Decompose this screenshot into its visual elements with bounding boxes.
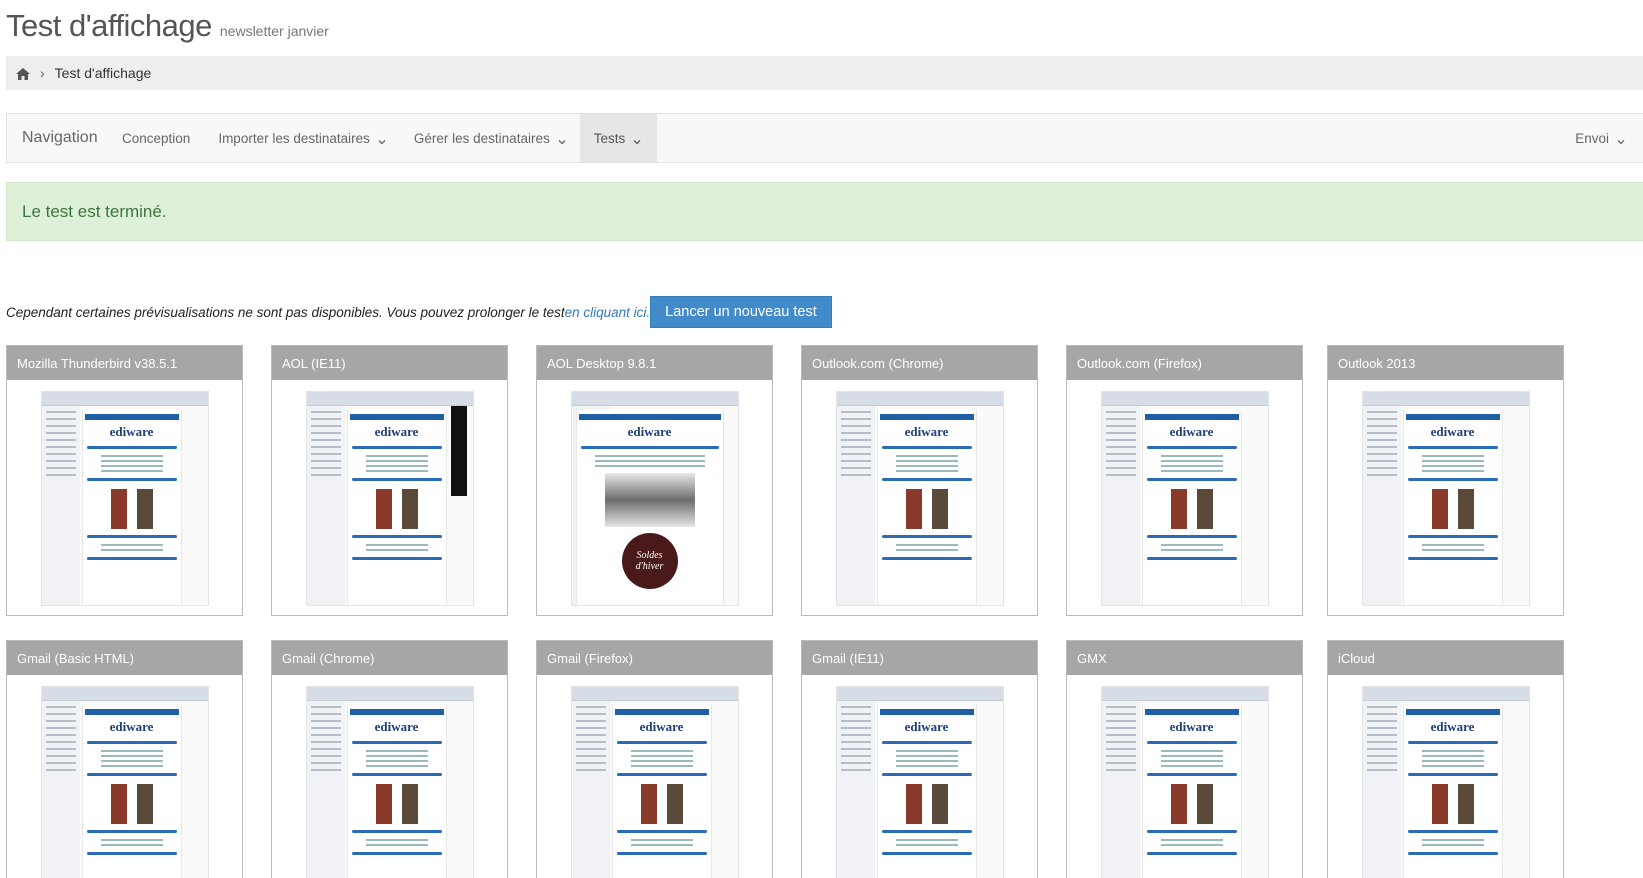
thumbnail-logo: ediware — [109, 719, 154, 734]
preview-card[interactable]: AOL Desktop 9.8.1 ediware Soldes d'hiver — [536, 345, 773, 616]
main-navbar: Navigation Conception Importer les desti… — [6, 113, 1643, 163]
preview-card-title: Outlook.com (Firefox) — [1067, 346, 1302, 380]
home-icon[interactable] — [16, 67, 30, 80]
thumbnail-logo: ediware — [1430, 424, 1475, 439]
nav-item-label: Envoi — [1575, 130, 1609, 146]
preview-card-title: Gmail (IE11) — [802, 641, 1037, 675]
new-test-button[interactable]: Lancer un nouveau test — [650, 296, 832, 328]
thumbnail-logo: ediware — [904, 719, 949, 734]
nav-item-label: Conception — [122, 130, 191, 146]
preview-thumbnail[interactable]: ediware — [1361, 391, 1530, 606]
preview-card[interactable]: Gmail (Basic HTML) ediware — [6, 640, 243, 878]
breadcrumb-separator: › — [40, 65, 45, 81]
preview-card[interactable]: Gmail (Chrome) ediware — [271, 640, 508, 878]
preview-card[interactable]: Gmail (IE11) ediware — [801, 640, 1038, 878]
preview-thumbnail[interactable]: ediware — [1100, 686, 1269, 878]
preview-thumbnail[interactable]: ediware — [1361, 686, 1530, 878]
preview-thumbnail[interactable]: ediware — [835, 686, 1004, 878]
page-subtitle: newsletter janvier — [219, 23, 329, 39]
preview-card[interactable]: Outlook.com (Chrome) ediware — [801, 345, 1038, 616]
thumbnail-logo: ediware — [374, 719, 419, 734]
breadcrumb: › Test d'affichage — [6, 56, 1643, 90]
preview-thumbnail[interactable]: ediware — [40, 391, 209, 606]
success-alert: Le test est terminé. — [6, 182, 1643, 241]
preview-thumbnail[interactable]: ediware — [305, 391, 474, 606]
preview-card-title: Gmail (Basic HTML) — [7, 641, 242, 675]
thumbnail-logo: ediware — [904, 424, 949, 439]
navbar-brand[interactable]: Navigation — [7, 114, 108, 162]
preview-card-title: Mozilla Thunderbird v38.5.1 — [7, 346, 242, 380]
preview-card-title: Gmail (Chrome) — [272, 641, 507, 675]
preview-card-title: GMX — [1067, 641, 1302, 675]
nav-item-gerer-destinataires[interactable]: Gérer les destinataires — [400, 114, 580, 162]
thumbnail-logo: ediware — [1169, 719, 1214, 734]
nav-item-tests[interactable]: Tests — [579, 114, 657, 162]
extend-test-link[interactable]: en cliquant ici. — [565, 305, 651, 320]
breadcrumb-current: Test d'affichage — [54, 65, 152, 81]
thumbnail-logo: ediware — [1169, 424, 1214, 439]
nav-item-envoi[interactable]: Envoi — [1561, 114, 1643, 162]
preview-card-title: AOL Desktop 9.8.1 — [537, 346, 772, 380]
page-title: Test d'affichage — [6, 8, 212, 43]
thumbnail-logo: ediware — [1430, 719, 1475, 734]
nav-item-importer-destinataires[interactable]: Importer les destinataires — [204, 114, 400, 162]
preview-card[interactable]: Mozilla Thunderbird v38.5.1 ediware — [6, 345, 243, 616]
info-line: Cependant certaines prévisualisations ne… — [6, 296, 832, 328]
preview-card[interactable]: Outlook.com (Firefox) ediware — [1066, 345, 1303, 616]
preview-thumbnail[interactable]: ediware — [305, 686, 474, 878]
chevron-down-icon — [1617, 134, 1625, 145]
thumbnail-promo-text: Soldes d'hiver — [621, 533, 678, 589]
preview-card[interactable]: Gmail (Firefox) ediware — [536, 640, 773, 878]
preview-thumbnail[interactable]: ediware — [40, 686, 209, 878]
preview-card-title: Outlook.com (Chrome) — [802, 346, 1037, 380]
nav-item-label: Tests — [593, 130, 626, 146]
preview-thumbnail[interactable]: ediware — [1100, 391, 1269, 606]
preview-card-title: Outlook 2013 — [1328, 346, 1563, 380]
preview-card-title: AOL (IE11) — [272, 346, 507, 380]
nav-item-conception[interactable]: Conception — [108, 114, 204, 162]
info-text: Cependant certaines prévisualisations ne… — [6, 304, 565, 320]
preview-thumbnail[interactable]: ediware — [835, 391, 1004, 606]
thumbnail-logo: ediware — [627, 424, 672, 439]
nav-item-label: Importer les destinataires — [218, 130, 370, 146]
preview-thumbnail[interactable]: ediware Soldes d'hiver — [570, 391, 739, 606]
thumbnail-logo: ediware — [639, 719, 684, 734]
preview-card[interactable]: AOL (IE11) ediware — [271, 345, 508, 616]
preview-card[interactable]: Outlook 2013 ediware — [1327, 345, 1564, 616]
alert-message: Le test est terminé. — [22, 201, 167, 221]
preview-card[interactable]: GMX ediware — [1066, 640, 1303, 878]
chevron-down-icon — [378, 134, 386, 145]
page-header: Test d'affichage newsletter janvier — [6, 8, 329, 44]
nav-item-label: Gérer les destinataires — [413, 130, 550, 146]
chevron-down-icon — [558, 134, 566, 145]
preview-card-title: Gmail (Firefox) — [537, 641, 772, 675]
preview-card[interactable]: iCloud ediware — [1327, 640, 1564, 878]
preview-card-title: iCloud — [1328, 641, 1563, 675]
preview-thumbnail[interactable]: ediware — [570, 686, 739, 878]
thumbnail-logo: ediware — [109, 424, 154, 439]
chevron-down-icon — [633, 134, 641, 145]
thumbnail-logo: ediware — [374, 424, 419, 439]
